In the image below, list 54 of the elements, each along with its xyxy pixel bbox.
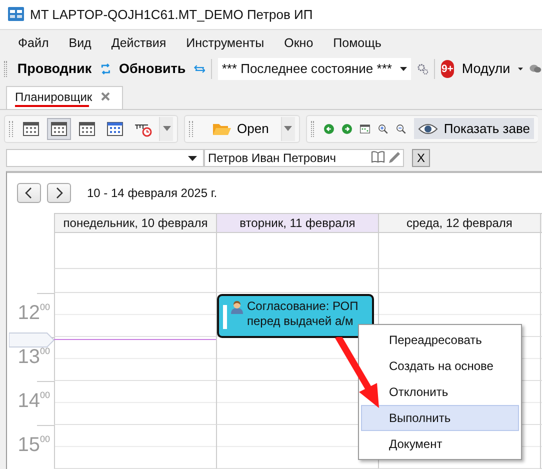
employee-field[interactable]: Петров Иван Петрович <box>204 149 404 168</box>
context-menu-item[interactable]: Создать на основе <box>361 353 519 379</box>
date-range: 10 - 14 февраля 2025 г. <box>87 186 218 200</box>
calendar-view-button[interactable] <box>47 118 71 140</box>
time-slot[interactable] <box>54 337 216 381</box>
day-header[interactable]: вторник, 11 февраля <box>216 213 378 233</box>
calendar-event[interactable]: Согласование: РОП перед выдачей а/м <box>217 294 374 338</box>
swap-arrows-icon[interactable] <box>194 62 206 75</box>
close-icon[interactable] <box>101 92 110 102</box>
chevron-left-icon <box>25 187 33 199</box>
caret-icon <box>188 156 197 161</box>
next-button[interactable] <box>47 183 71 203</box>
menu-item[interactable]: Окно <box>274 36 324 50</box>
day-header[interactable]: понедельник, 10 февраля <box>54 213 216 233</box>
window-title: MT LAPTOP-QOJH1C61.MT_DEMO Петров ИП <box>30 6 313 22</box>
clear-button[interactable]: X <box>412 149 430 168</box>
hour-label: 13$^{00}$ <box>18 345 50 368</box>
hour-label: 15$^{00}$ <box>18 433 50 456</box>
refresh-icon[interactable] <box>100 60 111 77</box>
show-button[interactable]: Показать заве <box>414 118 534 140</box>
eye-icon <box>418 122 438 135</box>
modules-button[interactable]: Модули <box>460 61 512 76</box>
open-button[interactable]: Open <box>199 121 277 136</box>
menu-item[interactable]: Инструменты <box>176 36 274 50</box>
book-icon[interactable] <box>371 151 385 164</box>
context-menu-item[interactable]: Выполнить <box>361 405 519 431</box>
explorer-button[interactable]: Проводник <box>15 61 94 76</box>
person-icon <box>230 300 244 314</box>
hour-label: 12$^{00}$ <box>18 301 50 324</box>
time-marker <box>9 332 55 348</box>
calendar-icon[interactable] <box>360 122 370 136</box>
menu-item[interactable]: Помощь <box>323 36 392 50</box>
context-menu-item[interactable]: Документ <box>361 431 519 457</box>
app-icon <box>8 7 24 22</box>
hour-label: 14$^{00}$ <box>18 389 50 412</box>
menu-item[interactable]: Вид <box>58 36 102 50</box>
refresh-button[interactable]: Обновить <box>116 61 188 76</box>
chevron-right-icon <box>55 187 63 199</box>
caret-icon[interactable] <box>518 66 524 71</box>
caret-icon <box>284 126 292 132</box>
caret-icon[interactable] <box>400 66 407 71</box>
state-dropdown[interactable]: *** Последнее состояние *** <box>218 58 411 80</box>
planner-tab[interactable]: Планировщик <box>6 86 124 110</box>
day-header[interactable]: среда, 12 февраля <box>378 213 540 233</box>
dropdown-button[interactable] <box>280 116 295 141</box>
context-menu-item[interactable]: Отклонить <box>361 379 519 405</box>
previous-button[interactable] <box>17 183 41 203</box>
dropdown-button[interactable] <box>159 116 173 141</box>
menu-item[interactable]: Файл <box>8 36 59 50</box>
notification-badge[interactable]: 9+ <box>441 60 454 78</box>
caret-icon <box>162 126 170 132</box>
folder-icon <box>213 122 231 136</box>
menu-item[interactable]: Действия <box>101 36 176 50</box>
pencil-icon[interactable] <box>387 151 401 166</box>
